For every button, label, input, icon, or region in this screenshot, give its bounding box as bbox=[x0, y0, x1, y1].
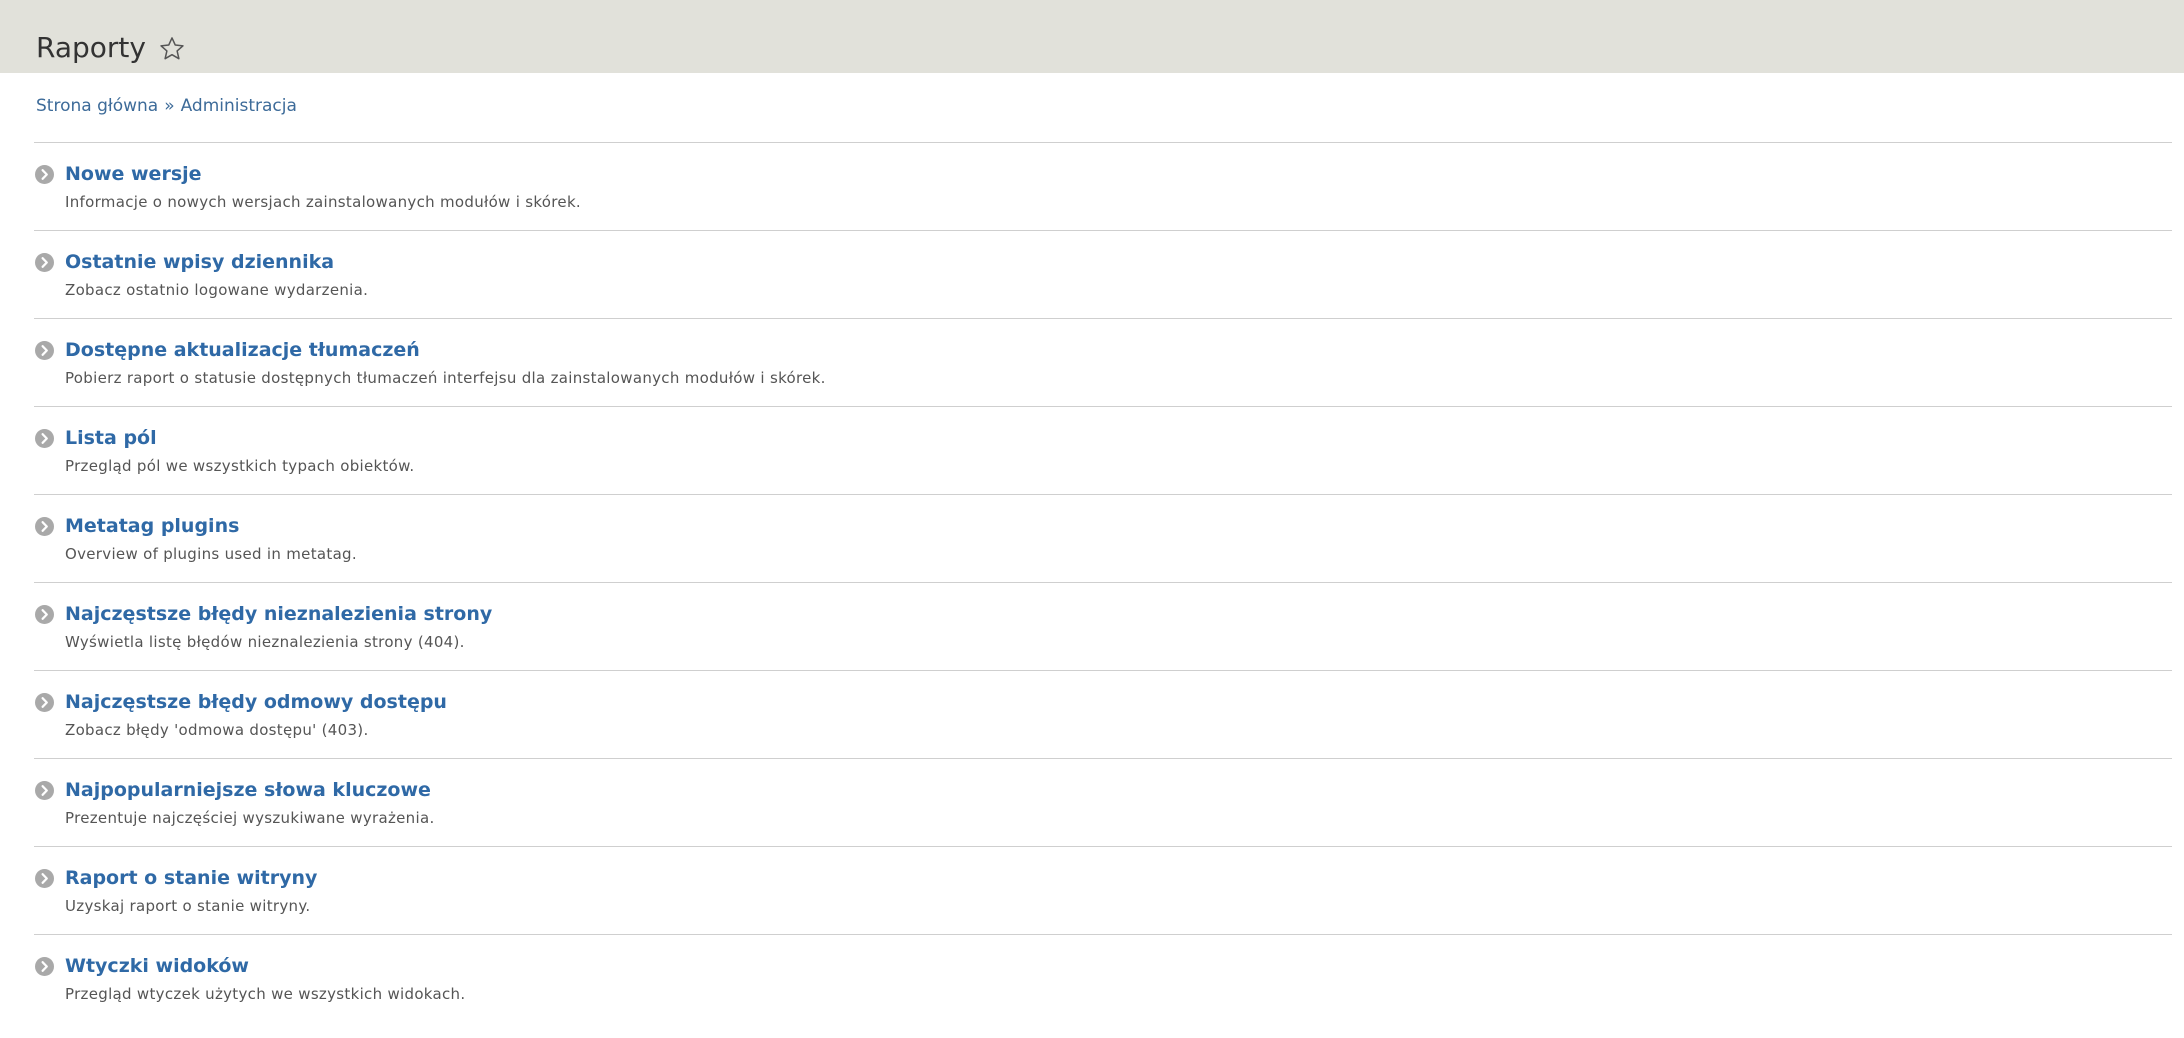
chevron-right-circle-icon bbox=[35, 957, 54, 976]
report-link[interactable]: Metatag plugins bbox=[65, 513, 239, 539]
chevron-right-circle-icon bbox=[35, 253, 54, 272]
report-description: Przegląd pól we wszystkich typach obiekt… bbox=[65, 457, 415, 475]
chevron-right-circle-icon bbox=[35, 781, 54, 800]
star-outline-icon[interactable] bbox=[158, 34, 186, 62]
page-header: Raporty bbox=[0, 0, 2184, 73]
report-link[interactable]: Nowe wersje bbox=[65, 161, 202, 187]
chevron-right-circle-icon bbox=[35, 693, 54, 712]
report-description: Uzyskaj raport o stanie witryny. bbox=[65, 897, 311, 915]
report-description: Pobierz raport o statusie dostępnych tłu… bbox=[65, 369, 826, 387]
chevron-right-circle-icon bbox=[35, 341, 54, 360]
report-description: Zobacz błędy 'odmowa dostępu' (403). bbox=[65, 721, 369, 739]
report-description: Prezentuje najczęściej wyszukiwane wyraż… bbox=[65, 809, 435, 827]
report-link[interactable]: Dostępne aktualizacje tłumaczeń bbox=[65, 337, 420, 363]
list-item: Lista pól Przegląd pól we wszystkich typa… bbox=[34, 406, 2172, 494]
report-link[interactable]: Ostatnie wpisy dziennika bbox=[65, 249, 334, 275]
chevron-right-circle-icon bbox=[35, 429, 54, 448]
list-item: Najczęstsze błędy nieznalezienia strony W… bbox=[34, 582, 2172, 670]
list-item: Dostępne aktualizacje tłumaczeń Pobierz r… bbox=[34, 318, 2172, 406]
page-title-wrap: Raporty bbox=[36, 28, 186, 68]
list-item: Metatag plugins Overview of plugins used … bbox=[34, 494, 2172, 582]
report-link[interactable]: Najpopularniejsze słowa kluczowe bbox=[65, 777, 431, 803]
breadcrumb-home-link[interactable]: Strona główna bbox=[36, 96, 158, 116]
report-link[interactable]: Wtyczki widoków bbox=[65, 953, 249, 979]
list-item: Najczęstsze błędy odmowy dostępu Zobacz b… bbox=[34, 670, 2172, 758]
report-description: Informacje o nowych wersjach zainstalowa… bbox=[65, 193, 581, 211]
report-link[interactable]: Raport o stanie witryny bbox=[65, 865, 317, 891]
chevron-right-circle-icon bbox=[35, 517, 54, 536]
list-item: Najpopularniejsze słowa kluczowe Prezentu… bbox=[34, 758, 2172, 846]
breadcrumb-separator: » bbox=[164, 96, 175, 116]
breadcrumb: Strona główna » Administracja bbox=[36, 94, 297, 118]
report-list: Nowe wersje Informacje o nowych wersjach … bbox=[34, 142, 2172, 1022]
breadcrumb-admin-link[interactable]: Administracja bbox=[181, 96, 297, 116]
report-link[interactable]: Lista pól bbox=[65, 425, 157, 451]
report-link[interactable]: Najczęstsze błędy nieznalezienia strony bbox=[65, 601, 492, 627]
list-item: Nowe wersje Informacje o nowych wersjach … bbox=[34, 142, 2172, 230]
report-description: Overview of plugins used in metatag. bbox=[65, 545, 357, 563]
report-description: Wyświetla listę błędów nieznalezienia st… bbox=[65, 633, 465, 651]
report-link[interactable]: Najczęstsze błędy odmowy dostępu bbox=[65, 689, 447, 715]
report-description: Przegląd wtyczek użytych we wszystkich w… bbox=[65, 985, 466, 1003]
list-item: Ostatnie wpisy dziennika Zobacz ostatnio … bbox=[34, 230, 2172, 318]
chevron-right-circle-icon bbox=[35, 605, 54, 624]
list-item: Raport o stanie witryny Uzyskaj raport o … bbox=[34, 846, 2172, 934]
list-item: Wtyczki widoków Przegląd wtyczek użytych … bbox=[34, 934, 2172, 1022]
chevron-right-circle-icon bbox=[35, 869, 54, 888]
report-description: Zobacz ostatnio logowane wydarzenia. bbox=[65, 281, 369, 299]
chevron-right-circle-icon bbox=[35, 165, 54, 184]
page-title: Raporty bbox=[36, 31, 146, 64]
